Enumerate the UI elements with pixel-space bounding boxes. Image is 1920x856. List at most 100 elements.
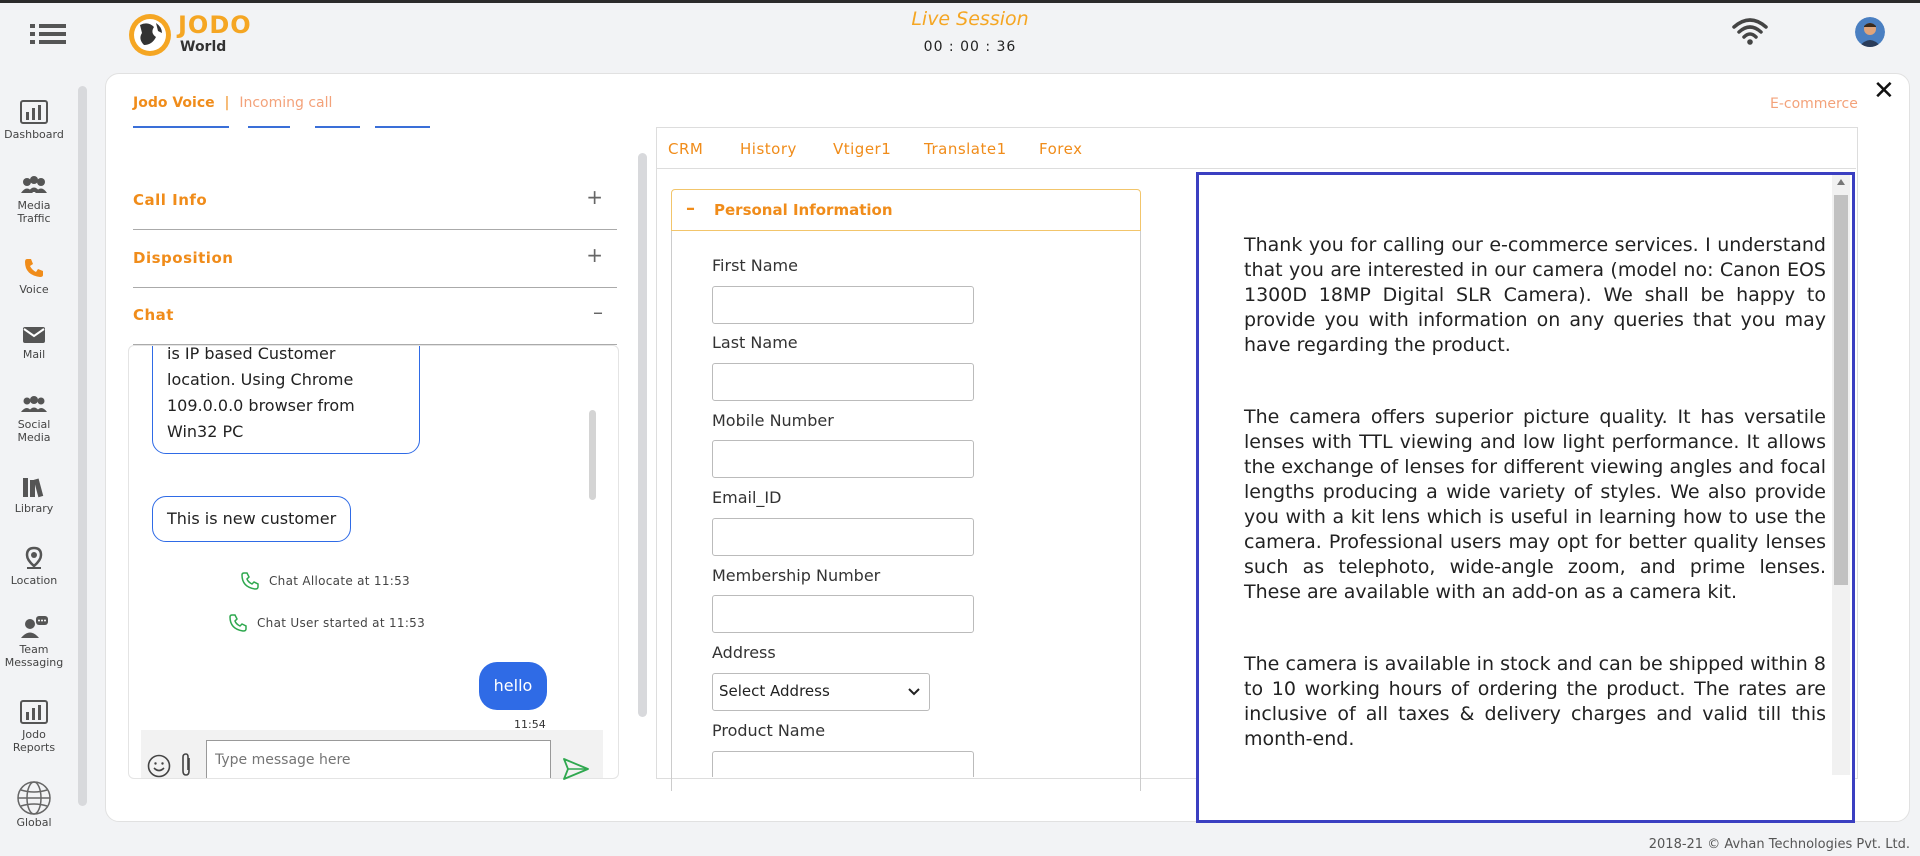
- attachment-icon[interactable]: [179, 752, 193, 778]
- accordion-title: Chat: [133, 306, 174, 324]
- chat-line: 109.0.0.0 browser from: [167, 396, 355, 415]
- chat-system-message: Chat User started at 11:53: [229, 614, 426, 632]
- sidebar-label: Media Traffic: [17, 199, 51, 225]
- last-name-field[interactable]: [712, 363, 974, 401]
- middle-scrollbar[interactable]: [638, 153, 647, 717]
- sidebar-item-media-traffic[interactable]: Media Traffic: [0, 175, 68, 225]
- library-icon: [23, 478, 44, 498]
- tab-translate1[interactable]: Translate1: [924, 140, 1007, 158]
- media-traffic-icon: [21, 176, 47, 193]
- left-tab-strip: [133, 118, 433, 130]
- tab-vtiger1[interactable]: Vtiger1: [833, 140, 891, 158]
- user-avatar[interactable]: [1855, 17, 1885, 47]
- app-header: JODO World Live Session 00 : 00 : 36: [0, 3, 1920, 71]
- phone-icon: [25, 259, 43, 277]
- chat-line: Win32 PC: [167, 422, 244, 441]
- hamburger-menu-icon[interactable]: [30, 19, 66, 49]
- copyright-footer: 2018-21 © Avhan Technologies Pvt. Ltd.: [1648, 837, 1910, 852]
- address-select-value: Select Address: [719, 682, 830, 700]
- dashboard-icon: [20, 100, 48, 124]
- chat-bubble-incoming: This is new customer: [152, 496, 352, 542]
- sidebar-label: Voice: [19, 283, 49, 296]
- live-session-title: Live Session: [911, 8, 1029, 30]
- chat-message: This is new customer: [167, 509, 337, 528]
- accordion-disposition[interactable]: Disposition +: [133, 231, 617, 288]
- product-name-field[interactable]: [712, 751, 974, 777]
- product-name-label: Product Name: [712, 721, 826, 740]
- sidebar-label: Social Media: [17, 418, 51, 444]
- mobile-number-field[interactable]: [712, 440, 974, 478]
- email-id-field[interactable]: [712, 518, 974, 556]
- sidebar-item-location[interactable]: Location: [0, 546, 68, 587]
- system-text: Chat User started at 11:53: [257, 616, 426, 630]
- sidebar-item-mail[interactable]: Mail: [0, 326, 68, 361]
- chat-scrollbar[interactable]: [589, 410, 596, 500]
- social-media-icon: [21, 396, 47, 412]
- breadcrumb-separator: |: [224, 95, 230, 111]
- translation-text-panel: Thank you for calling our e-commerce ser…: [1196, 172, 1855, 823]
- membership-number-field[interactable]: [712, 595, 974, 633]
- expand-icon[interactable]: +: [586, 243, 603, 267]
- sidebar-scrollbar[interactable]: [78, 86, 87, 806]
- sidebar-item-social-media[interactable]: Social Media: [0, 394, 68, 444]
- chevron-down-icon: [908, 688, 920, 696]
- translation-paragraph: Thank you for calling our e-commerce ser…: [1244, 234, 1826, 356]
- tab-crm[interactable]: CRM: [668, 140, 703, 158]
- section-title: Personal Information: [714, 201, 893, 219]
- mail-icon: [23, 327, 45, 343]
- emoji-icon[interactable]: [147, 754, 171, 778]
- email-id-label: Email_ID: [712, 488, 782, 507]
- sidebar-item-dashboard[interactable]: Dashboard: [0, 100, 68, 141]
- chat-line: is IP based Customer: [167, 345, 336, 363]
- accordion-chat[interactable]: Chat –: [133, 288, 617, 345]
- first-name-label: First Name: [712, 256, 798, 275]
- scroll-up-icon[interactable]: [1837, 179, 1845, 185]
- translation-text: Thank you for calling our e-commerce ser…: [1244, 233, 1826, 799]
- jodo-world-logo: JODO World: [126, 9, 266, 59]
- translation-scrollbar[interactable]: [1832, 175, 1850, 775]
- accordion-call-info[interactable]: Call Info +: [133, 173, 617, 230]
- system-text: Chat Allocate at 11:53: [269, 574, 410, 588]
- logo-text-jodo: JODO: [178, 11, 252, 39]
- sidebar-label: Team Messaging: [4, 643, 64, 669]
- sidebar-item-library[interactable]: Library: [0, 476, 68, 515]
- sidebar-label: Dashboard: [4, 128, 64, 141]
- tab-history[interactable]: History: [740, 140, 797, 158]
- breadcrumb-secondary: Incoming call: [239, 95, 333, 111]
- send-icon[interactable]: [563, 758, 589, 780]
- accordion-title: Call Info: [133, 191, 208, 209]
- sidebar-item-team-messaging[interactable]: Team Messaging: [0, 615, 68, 669]
- address-label: Address: [712, 643, 776, 662]
- scrollbar-thumb[interactable]: [1834, 195, 1848, 585]
- sidebar-label: Location: [10, 574, 58, 587]
- first-name-field[interactable]: [712, 286, 974, 324]
- collapse-icon[interactable]: –: [593, 300, 603, 324]
- sidebar-label: Jodo Reports: [12, 728, 56, 754]
- sidebar-label: Mail: [22, 348, 46, 361]
- mobile-number-label: Mobile Number: [712, 411, 834, 430]
- phone-outline-icon: [241, 572, 259, 590]
- expand-icon[interactable]: +: [586, 185, 603, 209]
- sidebar-item-voice[interactable]: Voice: [0, 257, 68, 296]
- sidebar-item-global[interactable]: Global: [0, 780, 68, 829]
- chat-compose-bar: [141, 730, 603, 780]
- accordion-title: Disposition: [133, 249, 234, 267]
- chat-window: is IP based Customer location. Using Chr…: [128, 345, 619, 779]
- chat-bubble-incoming: is IP based Customer location. Using Chr…: [152, 345, 420, 454]
- breadcrumb: Jodo Voice | Incoming call: [133, 95, 332, 111]
- globe-icon: [17, 781, 51, 815]
- sidebar-item-jodo-reports[interactable]: Jodo Reports: [0, 700, 68, 754]
- translation-paragraph: The camera offers superior picture quali…: [1244, 406, 1826, 603]
- team-messaging-icon: [21, 616, 48, 638]
- session-timer: 00 : 00 : 36: [923, 39, 1017, 55]
- translation-paragraph: The camera is available in stock and can…: [1244, 653, 1826, 750]
- tab-forex[interactable]: Forex: [1039, 140, 1082, 158]
- address-select[interactable]: Select Address: [712, 673, 930, 711]
- collapse-icon[interactable]: –: [686, 198, 695, 219]
- membership-number-label: Membership Number: [712, 566, 881, 585]
- breadcrumb-primary[interactable]: Jodo Voice: [133, 95, 215, 111]
- personal-information-header[interactable]: – Personal Information: [671, 189, 1141, 231]
- chat-message-input[interactable]: [206, 740, 551, 778]
- close-icon[interactable]: ✕: [1873, 78, 1895, 104]
- campaign-label: E-commerce: [1770, 96, 1858, 112]
